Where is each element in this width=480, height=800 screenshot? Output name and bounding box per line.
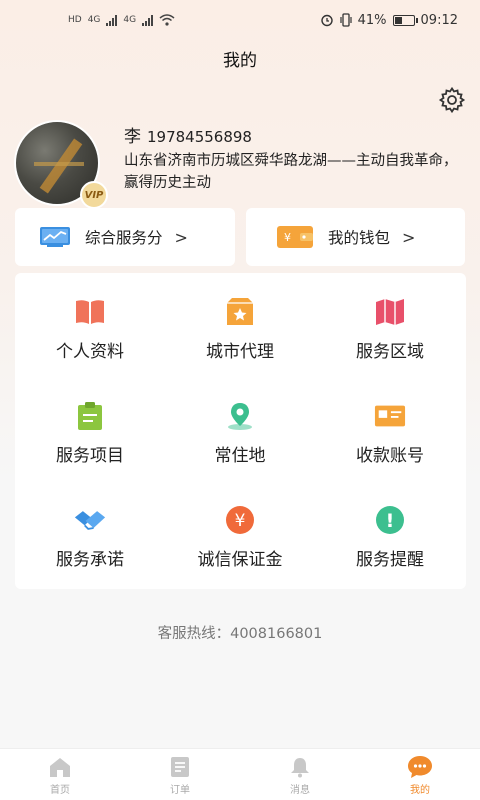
network-label: 4G — [87, 15, 101, 25]
card-icon — [374, 405, 406, 427]
signal-icon — [106, 14, 118, 26]
map-icon — [376, 299, 404, 325]
menu-item-label: 城市代理 — [206, 342, 274, 362]
menu-item-payment-account[interactable]: 收款账号 — [315, 377, 465, 481]
user-name-row: 李 19784556898 — [124, 122, 252, 147]
menu-grid: 个人资料 城市代理 服务区域 服务项目 常住地 收款账号 服务承诺 ¥ 诚信保证… — [15, 273, 466, 589]
service-score-label: 综合服务分 — [85, 229, 163, 247]
chart-card-icon — [40, 227, 70, 247]
tab-label: 我的 — [410, 785, 430, 796]
vip-badge: VIP — [80, 181, 108, 209]
tab-mine[interactable]: 我的 — [360, 749, 480, 800]
menu-item-label: 服务项目 — [56, 446, 124, 466]
menu-item-profile[interactable]: 个人资料 — [15, 273, 165, 377]
tab-orders[interactable]: 订单 — [120, 749, 240, 800]
user-address: 山东省济南市历城区舜华路龙湖——主动自我革命，赢得历史主动 — [124, 153, 458, 191]
book-icon — [76, 300, 104, 324]
user-name: 李 — [124, 127, 141, 147]
yen-symbol: ¥ — [235, 511, 246, 531]
hd-label: HD — [68, 15, 82, 25]
vibrate-icon — [340, 13, 352, 27]
yen-coin-icon: ¥ — [226, 506, 254, 534]
customer-service-hotline[interactable]: 客服热线：4008166801 — [0, 622, 480, 643]
clock: 09:12 — [420, 12, 458, 28]
menu-item-label: 服务区域 — [356, 342, 424, 362]
menu-item-city-agent[interactable]: 城市代理 — [165, 273, 315, 377]
menu-item-service-area[interactable]: 服务区域 — [315, 273, 465, 377]
wallet-icon: ¥ — [277, 226, 313, 248]
menu-item-label: 服务承诺 — [56, 550, 124, 570]
page-title: 我的 — [223, 51, 257, 71]
wallet-card[interactable]: ¥ 我的钱包 > — [246, 208, 465, 266]
user-phone: 19784556898 — [147, 128, 252, 146]
wallet-label: 我的钱包 — [328, 229, 391, 247]
menu-item-service-items[interactable]: 服务项目 — [15, 377, 165, 481]
star-box-icon — [227, 298, 253, 325]
status-left: HD 4G 4G — [68, 14, 175, 26]
battery-percent: 41% — [357, 12, 387, 28]
home-icon — [50, 758, 70, 777]
handshake-icon — [74, 511, 106, 530]
order-icon — [171, 757, 189, 777]
chevron-right-icon: > — [174, 227, 188, 247]
chat-bubble-icon — [408, 756, 432, 778]
status-bar: HD 4G 4G 41% 09:12 — [0, 0, 480, 40]
menu-item-residence[interactable]: 常住地 — [165, 377, 315, 481]
settings-gear-icon[interactable] — [438, 86, 466, 114]
tab-label: 首页 — [50, 785, 70, 796]
tab-home[interactable]: 首页 — [0, 749, 120, 800]
menu-item-label: 个人资料 — [56, 342, 124, 362]
menu-item-label: 服务提醒 — [356, 550, 424, 570]
menu-item-service-promise[interactable]: 服务承诺 — [15, 481, 165, 585]
location-pin-icon — [228, 403, 252, 430]
network-label-2: 4G — [123, 15, 137, 25]
alert-icon: ! — [376, 506, 404, 534]
clipboard-icon — [78, 402, 102, 430]
wallet-icon-text: ¥ — [284, 231, 291, 244]
tab-label: 消息 — [290, 785, 310, 796]
wifi-icon — [159, 14, 175, 26]
service-score-card[interactable]: 综合服务分 > — [15, 208, 235, 266]
chevron-right-icon: > — [402, 227, 416, 247]
menu-grid-card: 个人资料 城市代理 服务区域 服务项目 常住地 收款账号 服务承诺 ¥ 诚信保证… — [15, 273, 466, 589]
battery-icon — [392, 14, 418, 26]
signal-icon-2 — [142, 14, 154, 26]
status-right: 41% 09:12 — [320, 13, 458, 28]
bell-icon — [291, 758, 309, 778]
alarm-icon — [320, 14, 333, 27]
menu-item-deposit[interactable]: ¥ 诚信保证金 — [165, 481, 315, 585]
tab-label: 订单 — [170, 785, 190, 796]
bottom-tab-bar: 首页 订单 消息 我的 — [0, 748, 480, 800]
menu-item-service-reminder[interactable]: ! 服务提醒 — [315, 481, 465, 585]
alert-symbol: ! — [386, 510, 395, 532]
menu-item-label: 诚信保证金 — [197, 550, 283, 570]
menu-item-label: 常住地 — [214, 446, 266, 466]
tab-messages[interactable]: 消息 — [240, 749, 360, 800]
menu-item-label: 收款账号 — [356, 446, 424, 466]
